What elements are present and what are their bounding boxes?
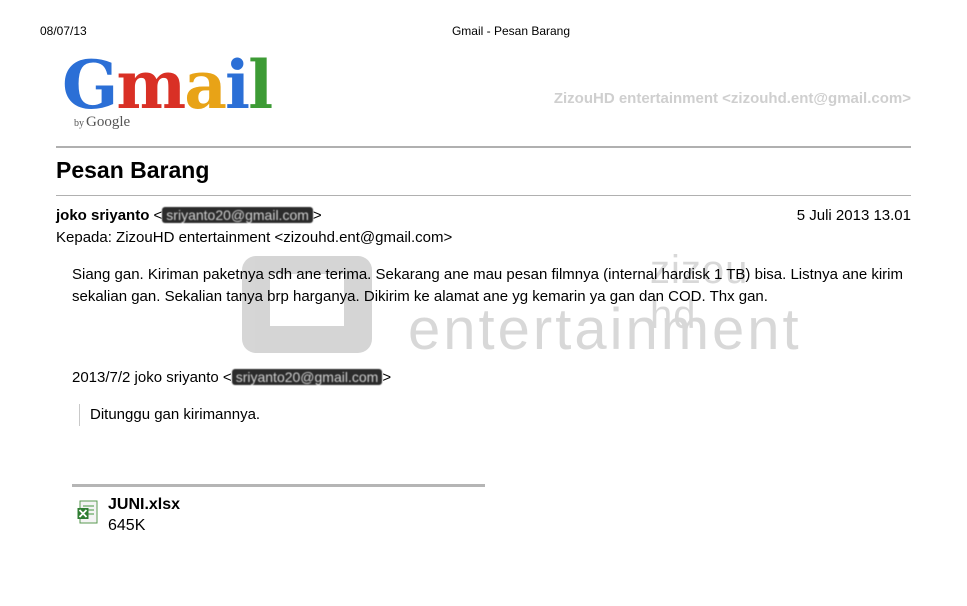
email-subject: Pesan Barang xyxy=(56,157,210,183)
subject-divider xyxy=(56,195,911,196)
attachment-name[interactable]: JUNI.xlsx xyxy=(108,496,180,514)
gmail-logo: Gmail by Google xyxy=(62,52,273,134)
gmail-wordmark: Gmail xyxy=(62,52,273,118)
sender-line: joko sriyanto < sriyanto20@gmail.com > xyxy=(56,207,322,224)
recipient-line: Kepada: ZizouHD entertainment <zizouhd.e… xyxy=(56,229,453,246)
account-address: ZizouHD entertainment <zizouhd.ent@gmail… xyxy=(553,90,911,107)
header-divider xyxy=(56,146,911,148)
logo-letter: G xyxy=(62,46,118,124)
quote-header: 2013/7/2 joko sriyanto < sriyanto20@gmail… xyxy=(72,369,392,386)
logo-letter: m xyxy=(116,46,186,124)
excel-file-icon xyxy=(77,500,98,524)
print-title: Gmail - Pesan Barang xyxy=(451,24,571,38)
message-date: 5 Juli 2013 13.01 xyxy=(796,207,911,224)
logo-letter: i xyxy=(224,46,250,124)
logo-letter: l xyxy=(248,46,273,124)
redacted-sender-email: sriyanto20@gmail.com xyxy=(162,207,313,223)
sender-name: joko sriyanto xyxy=(56,207,150,224)
redacted-quote-email: sriyanto20@gmail.com xyxy=(231,369,383,385)
logo-byline: by Google xyxy=(74,114,131,130)
quoted-text: Ditunggu gan kirimannya. xyxy=(79,404,260,426)
logo-letter: a xyxy=(184,46,227,124)
attachment-divider xyxy=(72,484,485,487)
message-body: Siang gan. Kiriman paketnya sdh ane teri… xyxy=(72,266,903,305)
attachment-size: 645K xyxy=(108,517,146,534)
